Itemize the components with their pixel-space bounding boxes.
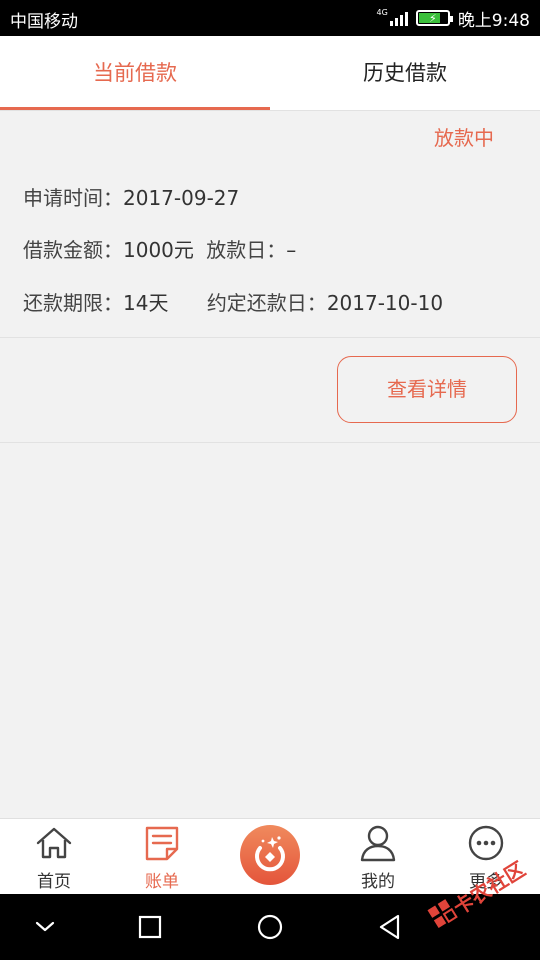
card-divider [0,337,540,338]
term-row: 还款期限：14天 约定还款日：2017-10-10 [23,287,443,316]
home-icon [36,827,72,859]
apply-time-row: 申请时间：2017-09-27 [23,182,239,211]
signal-icon [389,10,408,26]
back-triangle-icon[interactable] [370,907,410,947]
term-value: 14天 [123,291,169,315]
user-icon [360,825,396,862]
home-circle-icon[interactable] [250,907,290,947]
tab-loan-history-label: 历史借款 [363,61,447,85]
carrier-name: 中国移动 [10,12,78,32]
status-icons: 4G ⚡ 晚上9:48 [377,4,530,32]
view-details-button[interactable]: 查看详情 [337,356,517,423]
loan-tabs: 当前借款 历史借款 [0,36,540,110]
nav-label-mine: 我的 [361,872,395,892]
tab-current-loan-label: 当前借款 [93,61,177,85]
bill-icon [145,826,179,861]
term-label: 还款期限： [23,291,123,315]
tab-current-loan[interactable]: 当前借款 [0,36,270,110]
status-bar: 中国移动 4G ⚡ 晚上9:48 [0,0,540,36]
disburse-date-label: 放款日： [206,238,287,262]
nav-label-bill: 账单 [145,872,179,892]
status-time: 晚上9:48 [457,10,530,31]
network-type-label: 4G [376,8,388,17]
due-date-label: 约定还款日： [206,291,327,315]
amount-row: 借款金额：1000元 放款日：– [23,234,296,263]
due-date-value: 2017-10-10 [326,291,444,315]
chevron-down-icon[interactable] [25,907,65,947]
loan-coin-icon[interactable] [239,824,301,886]
loan-status-badge: 放款中 [434,126,494,150]
amount-label: 借款金额： [23,238,123,262]
nav-item-bill[interactable]: 账单 [108,819,216,895]
tab-loan-history[interactable]: 历史借款 [270,36,540,110]
apply-time-label: 申请时间： [23,186,123,210]
amount-value: 1000元 [123,238,194,262]
nav-item-home[interactable]: 首页 [0,819,108,895]
recents-square-icon[interactable] [130,907,170,947]
apply-time-value: 2017-09-27 [123,186,240,210]
disburse-date-value: – [286,238,297,262]
nav-item-mine[interactable]: 我的 [324,819,432,895]
card-bottom-divider [0,442,540,443]
battery-icon: ⚡ [415,10,453,26]
nav-label-home: 首页 [37,872,71,892]
tabs-divider [0,110,540,111]
